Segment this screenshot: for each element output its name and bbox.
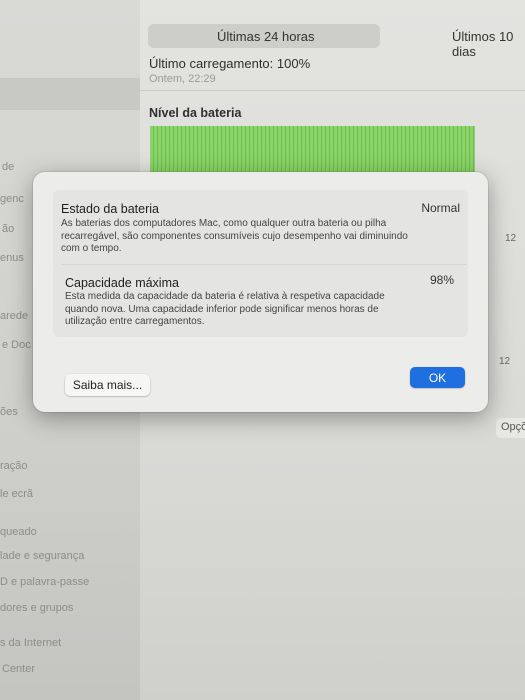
sidebar-item[interactable]: ão xyxy=(2,223,14,235)
sidebar-item[interactable]: e Doc xyxy=(2,339,31,351)
battery-status-title: Estado da bateria xyxy=(61,202,159,216)
sidebar-item[interactable]: s da Internet xyxy=(0,637,61,649)
sidebar-item[interactable]: Center xyxy=(2,663,35,675)
sidebar-item[interactable]: dores e grupos xyxy=(0,602,73,614)
sidebar-item[interactable]: genc xyxy=(0,193,24,205)
learn-more-button[interactable]: Saiba mais... xyxy=(65,374,150,396)
segment-last-10-days[interactable]: Últimos 10 dias xyxy=(452,29,525,59)
sidebar-item[interactable]: le ecrã xyxy=(0,488,33,500)
chart-tick-label: 12 xyxy=(505,233,517,244)
battery-status-group: Estado da bateria Normal As baterias dos… xyxy=(53,190,468,272)
battery-status-description: As baterias dos computadores Mac, como q… xyxy=(61,218,408,254)
max-capacity-description: Esta medida da capacidade da bateria é r… xyxy=(65,291,385,327)
sidebar-item[interactable]: queado xyxy=(0,526,37,538)
sidebar-item[interactable]: ões xyxy=(0,406,18,418)
max-capacity-value: 98% xyxy=(429,273,454,287)
last-charge-time: Ontem, 22:29 xyxy=(149,73,216,85)
max-capacity-title: Capacidade máxima xyxy=(65,276,179,290)
sidebar-item[interactable]: lade e segurança xyxy=(0,550,84,562)
battery-health-dialog: Estado da bateria Normal As baterias dos… xyxy=(33,172,488,412)
sidebar-item[interactable]: enus xyxy=(0,252,24,264)
battery-level-title: Nível da bateria xyxy=(149,106,242,120)
last-charge-label: Último carregamento: 100% xyxy=(149,56,311,71)
battery-status-value: Normal xyxy=(421,201,460,215)
divider xyxy=(61,264,466,265)
chart-tick-label: 12 xyxy=(499,356,511,367)
sidebar-item[interactable]: ração xyxy=(0,460,28,472)
sidebar-selection-band xyxy=(0,78,140,110)
battery-level-chart xyxy=(150,126,475,178)
max-capacity-group: Capacidade máxima 98% Esta medida da cap… xyxy=(53,267,468,337)
sidebar-item[interactable]: arede xyxy=(0,310,28,322)
divider xyxy=(140,90,525,91)
segment-last-24-hours[interactable]: Últimas 24 horas xyxy=(217,29,315,44)
ok-button[interactable]: OK xyxy=(410,367,465,388)
sidebar-item[interactable]: D e palavra-passe xyxy=(0,576,89,588)
sidebar-item[interactable]: de xyxy=(2,161,14,173)
options-button[interactable]: Opções xyxy=(496,418,525,438)
